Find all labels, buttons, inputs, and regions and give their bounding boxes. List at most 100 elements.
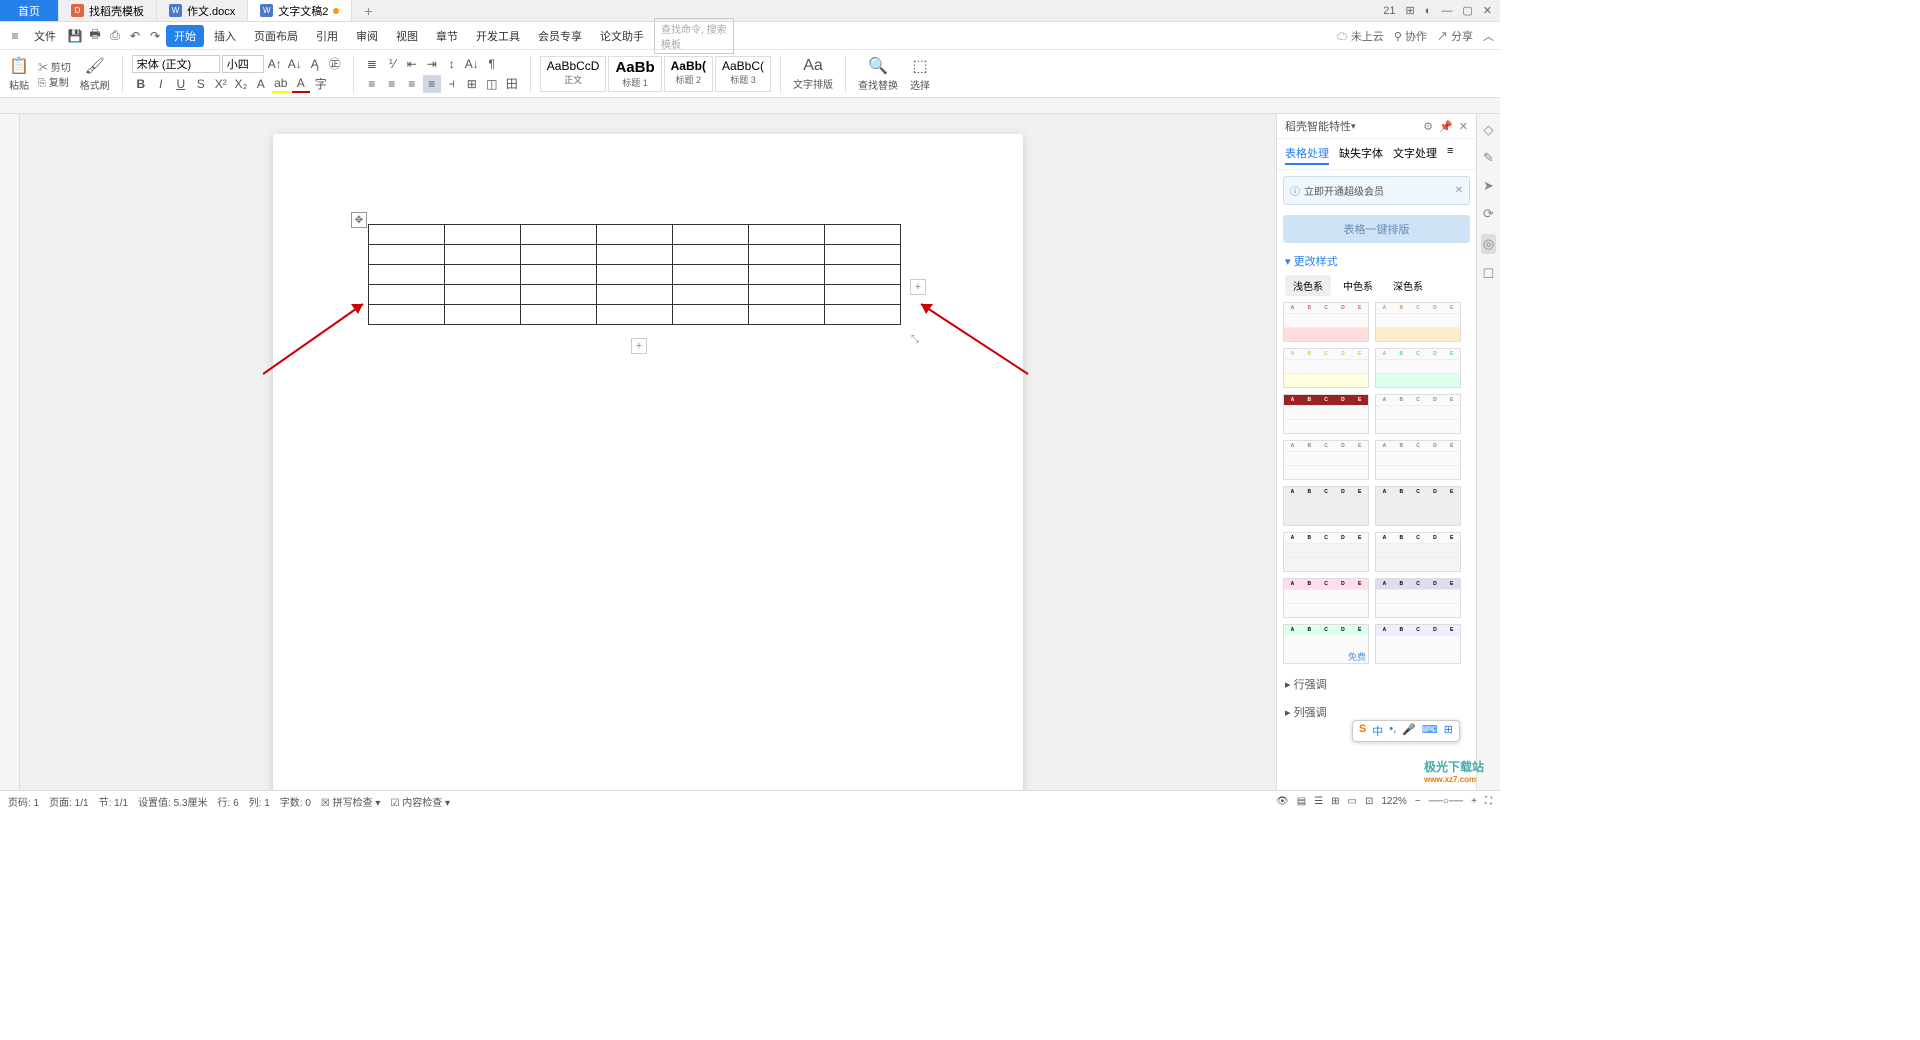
section-change-style[interactable]: ▾ 更改样式 [1277, 247, 1476, 275]
style-h2[interactable]: AaBb(标题 2 [664, 56, 713, 92]
style-thumb[interactable]: ABCDE [1283, 394, 1369, 434]
status-col[interactable]: 列: 1 [249, 794, 270, 809]
colortab-light[interactable]: 浅色系 [1285, 275, 1331, 296]
style-thumb[interactable]: ABCDE [1283, 348, 1369, 388]
format-brush[interactable]: 🖌格式刷 [77, 56, 113, 92]
menu-file[interactable]: 文件 [26, 25, 64, 47]
style-thumb[interactable]: ABCDE免费 [1283, 624, 1369, 664]
colortab-mid[interactable]: 中色系 [1335, 275, 1381, 296]
status-pages[interactable]: 页面: 1/1 [49, 794, 88, 809]
cell-margin-icon[interactable]: ⊞ [463, 75, 481, 93]
clear-format-icon[interactable]: Ą [306, 55, 324, 73]
align-right-icon[interactable]: ≡ [403, 75, 421, 93]
tab-doc1[interactable]: W作文.docx [157, 0, 248, 21]
font-size[interactable] [222, 55, 264, 73]
tab-doc2[interactable]: W文字文稿2 [248, 0, 352, 21]
status-section[interactable]: 节: 1/1 [99, 794, 128, 809]
shrink-font-icon[interactable]: A↓ [286, 55, 304, 73]
zoom-out-icon[interactable]: − [1415, 796, 1421, 807]
print-icon[interactable]: 🖶 [86, 27, 104, 45]
borders-icon[interactable]: 田 [503, 75, 521, 93]
indent-icon[interactable]: ⇥ [423, 55, 441, 73]
auto-layout-button[interactable]: 表格一键排版 [1283, 215, 1470, 243]
menu-icon[interactable]: ≡ [6, 27, 24, 45]
close-tip-icon[interactable]: ✕ [1455, 185, 1463, 196]
command-search[interactable]: 查找命令, 搜索模板 [654, 18, 734, 54]
gear-icon[interactable]: ⚙ [1423, 120, 1433, 133]
style-thumb[interactable]: ABCDE [1283, 578, 1369, 618]
menu-vip[interactable]: 会员专享 [530, 25, 590, 47]
add-row-button[interactable]: + [631, 338, 647, 354]
select-button[interactable]: ⬚选择 [907, 56, 933, 92]
bold-button[interactable]: B [132, 75, 150, 93]
shading-icon[interactable]: ◫ [483, 75, 501, 93]
style-h3[interactable]: AaBbC(标题 3 [715, 56, 771, 92]
align-left-icon[interactable]: ≡ [363, 75, 381, 93]
style-thumb[interactable]: ABCDE [1283, 440, 1369, 480]
tab-home[interactable]: 首页 [0, 0, 59, 21]
bullets-icon[interactable]: ≣ [363, 55, 381, 73]
italic-button[interactable]: I [152, 75, 170, 93]
fullscreen-icon[interactable]: ⛶ [1485, 796, 1492, 807]
tab-add[interactable]: + [352, 0, 384, 21]
view-web-icon[interactable]: ⊞ [1331, 796, 1339, 807]
collapse-icon[interactable]: ︿ [1483, 28, 1494, 44]
rail-pen-icon[interactable]: ✎ [1483, 150, 1494, 166]
eye-icon[interactable]: 👁 [1276, 796, 1289, 807]
tab-table[interactable]: 表格处理 [1285, 143, 1329, 165]
strike-button[interactable]: S [192, 75, 210, 93]
resize-handle-icon[interactable]: ⤡ [911, 334, 919, 345]
zoom-value[interactable]: 122% [1381, 796, 1407, 807]
style-h1[interactable]: AaBb标题 1 [608, 56, 661, 92]
apps-icon[interactable]: ⊞ [1406, 4, 1415, 17]
style-thumb[interactable]: ABCDE [1375, 532, 1461, 572]
save-icon[interactable]: 💾 [66, 27, 84, 45]
user-icon[interactable]: ◐ [1425, 5, 1432, 17]
close-panel-icon[interactable]: ✕ [1459, 120, 1468, 133]
view-page-icon[interactable]: ▤ [1297, 796, 1306, 807]
cut-button[interactable]: ✂ 剪切 [38, 59, 71, 74]
align-justify-icon[interactable]: ≡ [423, 75, 441, 93]
ime-logo-icon[interactable]: S [1359, 723, 1366, 739]
colortab-dark[interactable]: 深色系 [1385, 275, 1431, 296]
menu-dev[interactable]: 开发工具 [468, 25, 528, 47]
rail-settings-icon[interactable]: ◎ [1481, 234, 1496, 254]
highlight-button[interactable]: ab [272, 75, 290, 93]
superscript-button[interactable]: X² [212, 75, 230, 93]
style-thumb[interactable]: ABCDE [1375, 486, 1461, 526]
more-icon[interactable]: ≡ [1447, 143, 1453, 165]
underline-button[interactable]: U [172, 75, 190, 93]
zoom-in-icon[interactable]: + [1471, 796, 1477, 807]
subscript-button[interactable]: X₂ [232, 75, 250, 93]
status-content[interactable]: ☑ 内容检查 ▾ [390, 794, 450, 809]
menu-layout[interactable]: 页面布局 [246, 25, 306, 47]
rail-link-icon[interactable]: ⟳ [1483, 206, 1494, 222]
menu-ref[interactable]: 引用 [308, 25, 346, 47]
view-outline-icon[interactable]: ☰ [1314, 796, 1323, 807]
font-name[interactable] [132, 55, 220, 73]
pin-icon[interactable]: 📌 [1439, 120, 1453, 133]
ime-mic-icon[interactable]: 🎤 [1402, 723, 1416, 739]
style-thumb[interactable]: ABCDE [1283, 486, 1369, 526]
status-pos[interactable]: 设置值: 5.3厘米 [138, 794, 207, 809]
undo-icon[interactable]: ↶ [126, 27, 144, 45]
style-normal[interactable]: AaBbCcD正文 [540, 56, 607, 92]
marks-icon[interactable]: ¶ [483, 55, 501, 73]
view-read-icon[interactable]: ▭ [1348, 796, 1357, 807]
close-icon[interactable]: ✕ [1483, 4, 1492, 17]
numbering-icon[interactable]: ⅟ [383, 55, 401, 73]
style-thumb[interactable]: ABCDE [1375, 302, 1461, 342]
menu-section[interactable]: 章节 [428, 25, 466, 47]
cloud-status[interactable]: ☁ 未上云 [1337, 28, 1384, 44]
status-words[interactable]: 字数: 0 [280, 794, 311, 809]
find-replace[interactable]: 🔍查找替换 [855, 56, 901, 92]
style-thumb[interactable]: ABCDE [1283, 532, 1369, 572]
style-thumb[interactable]: ABCDE [1375, 348, 1461, 388]
tab-fonts[interactable]: 缺失字体 [1339, 143, 1383, 165]
ime-lang[interactable]: 中 [1372, 723, 1383, 739]
grow-font-icon[interactable]: A↑ [266, 55, 284, 73]
menu-view[interactable]: 视图 [388, 25, 426, 47]
redo-icon[interactable]: ↷ [146, 27, 164, 45]
ime-punct-icon[interactable]: •, [1389, 723, 1396, 739]
distribute-icon[interactable]: ⫞ [443, 75, 461, 93]
